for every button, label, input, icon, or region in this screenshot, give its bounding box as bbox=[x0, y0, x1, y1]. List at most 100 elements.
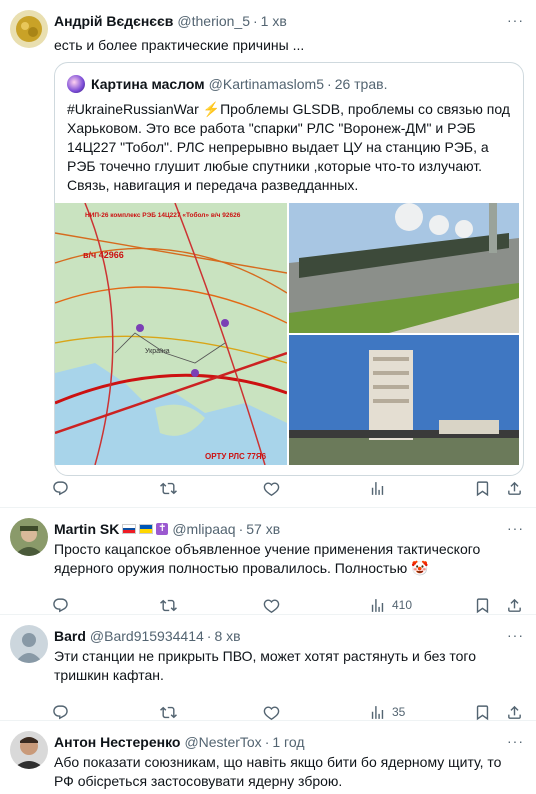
separator-dot: · bbox=[238, 521, 244, 537]
reply-button[interactable] bbox=[52, 595, 69, 615]
avatar-image bbox=[10, 731, 48, 769]
post-4[interactable]: Антон Нестеренко @NesterTox · 1 год ··· … bbox=[0, 721, 536, 794]
quoted-post[interactable]: Картина маслом @Kartinamaslom5 · 26 трав… bbox=[54, 62, 524, 476]
more-options-button[interactable]: ··· bbox=[507, 12, 524, 28]
post-text: Просто кацапское объявленное учение прим… bbox=[54, 541, 481, 576]
share-icon bbox=[506, 480, 523, 497]
bookmark-button[interactable] bbox=[474, 595, 491, 615]
radar-building-photo[interactable] bbox=[289, 335, 519, 465]
post-actions bbox=[54, 478, 524, 498]
quote-text: #UkraineRussianWar ⚡Проблемы GLSDB, проб… bbox=[67, 101, 510, 193]
post-actions: 410 bbox=[54, 595, 524, 615]
bookmark-button[interactable] bbox=[474, 702, 491, 722]
views-count: 35 bbox=[392, 705, 406, 719]
more-options-button[interactable]: ··· bbox=[507, 733, 524, 749]
post-header: Martin SK ✝ @mlipaaq · 57 хв bbox=[54, 520, 524, 538]
like-icon bbox=[263, 597, 280, 614]
post-text: Эти станции не прикрыть ПВО, может хотят… bbox=[54, 648, 477, 683]
author-name[interactable]: Bard bbox=[54, 627, 86, 645]
quote-avatar bbox=[67, 75, 85, 93]
share-icon bbox=[506, 704, 523, 721]
slovakia-flag-icon bbox=[122, 524, 137, 534]
post-2[interactable]: Martin SK ✝ @mlipaaq · 57 хв ··· Просто … bbox=[0, 508, 536, 615]
post-text: Або показати союзникам, що навіть якщо б… bbox=[54, 754, 502, 789]
map-image[interactable]: НИП-26 комплекс РЭБ 14Ц227 «Тобол» в/ч 9… bbox=[55, 203, 287, 465]
quote-author-name: Картина маслом bbox=[91, 76, 205, 92]
separator-dot: · bbox=[264, 734, 270, 750]
reply-icon bbox=[52, 480, 69, 497]
retweet-button[interactable] bbox=[160, 478, 177, 498]
author-name[interactable]: Андрій Вєдєнєєв bbox=[54, 12, 173, 30]
author-handle[interactable]: @Bard915934414 bbox=[90, 627, 204, 645]
avatar-image bbox=[10, 10, 48, 48]
quote-time: 26 трав. bbox=[334, 76, 388, 92]
post-text: есть и более практические причины ... bbox=[54, 37, 305, 53]
ukraine-flag-icon bbox=[139, 524, 154, 534]
quote-header: Картина маслом @Kartinamaslom5 · 26 трав… bbox=[67, 75, 513, 93]
reply-button[interactable] bbox=[52, 702, 69, 722]
author-name[interactable]: Martin SK bbox=[54, 520, 119, 538]
more-options-button[interactable]: ··· bbox=[507, 520, 524, 536]
reply-button[interactable] bbox=[52, 478, 69, 498]
views-icon bbox=[369, 480, 386, 497]
separator-dot: · bbox=[327, 76, 332, 92]
post-3[interactable]: Bard @Bard915934414 · 8 хв ··· Эти станц… bbox=[0, 615, 536, 721]
post-time[interactable]: 8 хв bbox=[214, 627, 240, 645]
separator-dot: · bbox=[252, 13, 258, 29]
post-header: Bard @Bard915934414 · 8 хв bbox=[54, 627, 524, 645]
post-1[interactable]: Андрій Вєдєнєєв @therion_5 · 1 хв ··· ес… bbox=[0, 0, 536, 508]
quote-author-handle: @Kartinamaslom5 bbox=[208, 76, 325, 92]
reply-icon bbox=[52, 597, 69, 614]
more-options-button[interactable]: ··· bbox=[507, 627, 524, 643]
like-button[interactable] bbox=[263, 702, 280, 722]
avatar[interactable] bbox=[10, 518, 48, 556]
media-grid: НИП-26 комплекс РЭБ 14Ц227 «Тобол» в/ч 9… bbox=[55, 203, 519, 465]
map-footer: ОРТУ РЛС 77Я6 bbox=[205, 452, 267, 461]
orthodox-cross-icon: ✝ bbox=[156, 523, 169, 535]
like-icon bbox=[263, 704, 280, 721]
post-time[interactable]: 1 год bbox=[272, 733, 304, 751]
avatar[interactable] bbox=[10, 625, 48, 663]
default-avatar-icon bbox=[10, 625, 48, 663]
retweet-icon bbox=[160, 704, 177, 721]
author-handle[interactable]: @mlipaaq bbox=[172, 520, 235, 538]
views-button[interactable]: 35 bbox=[369, 702, 405, 722]
views-count: 410 bbox=[392, 598, 413, 612]
like-button[interactable] bbox=[263, 595, 280, 615]
reply-icon bbox=[52, 704, 69, 721]
views-icon bbox=[369, 704, 386, 721]
views-icon bbox=[369, 597, 386, 614]
post-time[interactable]: 57 хв bbox=[246, 520, 280, 538]
like-icon bbox=[263, 480, 280, 497]
radar-photo[interactable] bbox=[289, 203, 519, 333]
post-actions: 35 bbox=[54, 702, 524, 722]
map-subtitle: в/ч 42966 bbox=[83, 250, 124, 260]
avatar-image bbox=[10, 518, 48, 556]
post-header: Андрій Вєдєнєєв @therion_5 · 1 хв bbox=[54, 12, 524, 30]
author-handle[interactable]: @therion_5 bbox=[177, 12, 250, 30]
bookmark-icon bbox=[474, 597, 491, 614]
post-time[interactable]: 1 хв bbox=[261, 12, 287, 30]
views-button[interactable] bbox=[369, 478, 386, 498]
author-name[interactable]: Антон Нестеренко bbox=[54, 733, 180, 751]
post-header: Антон Нестеренко @NesterTox · 1 год bbox=[54, 733, 524, 751]
share-icon bbox=[506, 597, 523, 614]
retweet-button[interactable] bbox=[160, 595, 177, 615]
author-handle[interactable]: @NesterTox bbox=[184, 733, 261, 751]
share-button[interactable] bbox=[506, 702, 523, 722]
retweet-icon bbox=[160, 480, 177, 497]
like-button[interactable] bbox=[263, 478, 280, 498]
bookmark-icon bbox=[474, 480, 491, 497]
separator-dot: · bbox=[206, 628, 212, 644]
retweet-icon bbox=[160, 597, 177, 614]
share-button[interactable] bbox=[506, 478, 523, 498]
avatar[interactable] bbox=[10, 10, 48, 48]
views-button[interactable]: 410 bbox=[369, 595, 412, 615]
share-button[interactable] bbox=[506, 595, 523, 615]
avatar[interactable] bbox=[10, 731, 48, 769]
bookmark-icon bbox=[474, 704, 491, 721]
map-label: Україна bbox=[145, 348, 170, 355]
bookmark-button[interactable] bbox=[474, 478, 491, 498]
map-title: НИП-26 комплекс РЭБ 14Ц227 «Тобол» в/ч 9… bbox=[85, 211, 241, 219]
retweet-button[interactable] bbox=[160, 702, 177, 722]
